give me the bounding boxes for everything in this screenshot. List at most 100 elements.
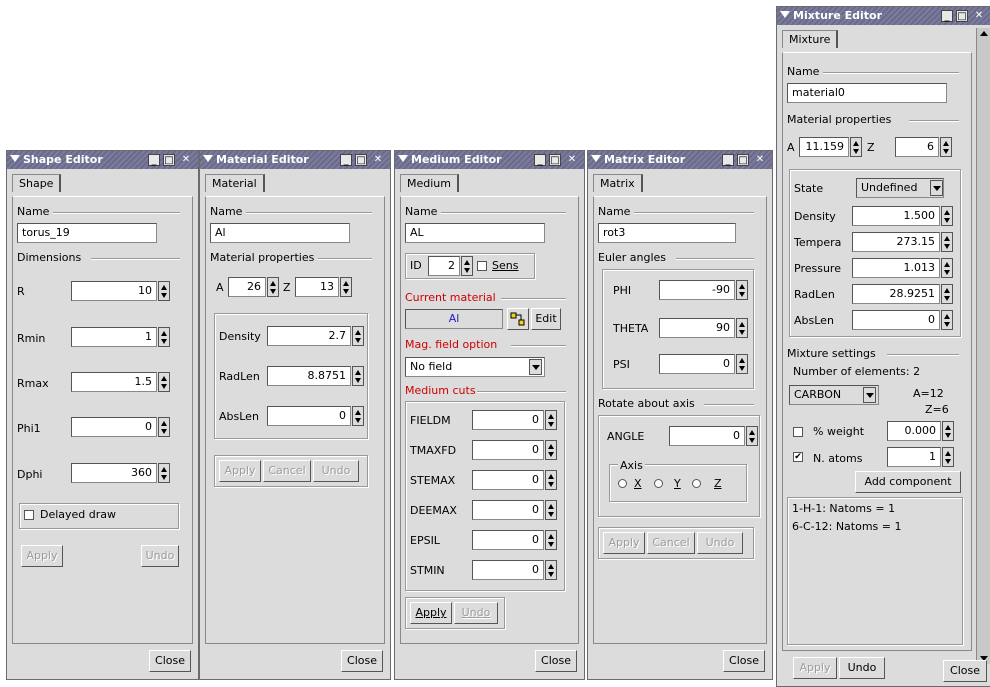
a-spinner[interactable]	[267, 277, 279, 297]
natoms-spinner[interactable]	[942, 447, 954, 467]
phi1-spinner[interactable]	[158, 417, 170, 437]
minimize-icon[interactable]: _	[340, 154, 352, 166]
a-input[interactable]: 11.159	[799, 137, 849, 157]
z-input[interactable]: 6	[895, 137, 939, 157]
weight-checkbox[interactable]	[793, 427, 803, 437]
mag-field-select[interactable]: No field	[405, 357, 545, 377]
rmax-spinner[interactable]	[158, 372, 170, 392]
window-menu-icon[interactable]	[10, 155, 20, 162]
radlen-spinner[interactable]	[941, 284, 953, 304]
apply-button[interactable]: Apply	[219, 460, 261, 482]
chevron-down-icon[interactable]	[529, 359, 542, 375]
z-spinner[interactable]	[940, 137, 952, 157]
mixture-editor-titlebar[interactable]: Mixture Editor _ □ ✕	[777, 7, 990, 25]
window-menu-icon[interactable]	[203, 155, 213, 162]
close-icon[interactable]: ✕	[973, 10, 985, 22]
density-spinner[interactable]	[352, 326, 364, 346]
maximize-icon[interactable]: □	[737, 154, 749, 166]
psi-input[interactable]: 0	[659, 354, 735, 374]
abslen-spinner[interactable]	[352, 406, 364, 426]
z-input[interactable]: 13	[295, 277, 339, 297]
sens-checkbox[interactable]	[477, 261, 487, 271]
theta-input[interactable]: 90	[659, 318, 735, 338]
close-button[interactable]: Close	[341, 650, 383, 672]
stemax-input[interactable]: 0	[472, 470, 544, 490]
density-input[interactable]: 2.7	[267, 326, 351, 346]
apply-button[interactable]: Apply	[793, 657, 837, 679]
medium-editor-titlebar[interactable]: Medium Editor _ □ ✕	[395, 151, 584, 169]
angle-spinner[interactable]	[746, 426, 758, 446]
weight-input[interactable]: 0.000	[887, 421, 941, 441]
rmin-spinner[interactable]	[158, 327, 170, 347]
cancel-button[interactable]: Cancel	[263, 460, 311, 482]
r-spinner[interactable]	[158, 281, 170, 301]
close-icon[interactable]: ✕	[372, 154, 384, 166]
abslen-input[interactable]: 0	[852, 310, 940, 330]
close-button[interactable]: Close	[943, 660, 987, 682]
chevron-down-icon[interactable]	[863, 387, 876, 403]
name-input[interactable]: material0	[787, 83, 947, 103]
shape-editor-titlebar[interactable]: Shape Editor _ □ ✕	[7, 151, 198, 169]
angle-input[interactable]: 0	[669, 426, 745, 446]
apply-button[interactable]: Apply	[603, 532, 645, 554]
natoms-checkbox[interactable]: ✔	[793, 452, 803, 462]
maximize-icon[interactable]: □	[355, 154, 367, 166]
list-item[interactable]: 6-C-12: Natoms = 1	[792, 520, 901, 533]
tab-mixture[interactable]: Mixture	[782, 30, 839, 48]
stmin-input[interactable]: 0	[472, 560, 544, 580]
window-menu-icon[interactable]	[591, 155, 601, 162]
select-material-button[interactable]	[507, 308, 529, 330]
maximize-icon[interactable]: □	[956, 10, 968, 22]
temperature-input[interactable]: 273.15	[852, 232, 940, 252]
apply-button[interactable]: Apply	[21, 545, 63, 567]
theta-spinner[interactable]	[736, 318, 748, 338]
r-input[interactable]: 10	[71, 281, 157, 301]
close-icon[interactable]: ✕	[754, 154, 766, 166]
tmaxfd-spinner[interactable]	[545, 440, 557, 460]
deemax-input[interactable]: 0	[472, 500, 544, 520]
a-input[interactable]: 26	[228, 277, 266, 297]
close-icon[interactable]: ✕	[180, 154, 192, 166]
tab-matrix[interactable]: Matrix	[593, 174, 643, 192]
id-spinner[interactable]	[461, 256, 473, 276]
window-menu-icon[interactable]	[398, 155, 408, 162]
apply-button[interactable]: Apply	[410, 602, 452, 624]
delayed-draw-checkbox[interactable]	[24, 510, 34, 520]
vertical-scrollbar[interactable]	[976, 28, 990, 664]
axis-z-radio[interactable]	[692, 479, 701, 488]
minimize-icon[interactable]: _	[722, 154, 734, 166]
add-component-button[interactable]: Add component	[855, 471, 961, 493]
tab-shape[interactable]: Shape	[12, 174, 62, 192]
close-icon[interactable]: ✕	[566, 154, 578, 166]
radlen-input[interactable]: 8.8751	[267, 366, 351, 386]
fieldm-spinner[interactable]	[545, 410, 557, 430]
minimize-icon[interactable]: _	[534, 154, 546, 166]
undo-button[interactable]: Undo	[454, 602, 498, 624]
phi-input[interactable]: -90	[659, 280, 735, 300]
minimize-icon[interactable]: _	[148, 154, 160, 166]
abslen-input[interactable]: 0	[267, 406, 351, 426]
name-input[interactable]: torus_19	[17, 223, 157, 243]
density-input[interactable]: 1.500	[852, 206, 940, 226]
list-item[interactable]: 1-H-1: Natoms = 1	[792, 502, 895, 515]
undo-button[interactable]: Undo	[141, 545, 179, 567]
axis-y-radio[interactable]	[654, 479, 663, 488]
weight-spinner[interactable]	[942, 421, 954, 441]
stmin-spinner[interactable]	[545, 560, 557, 580]
radlen-input[interactable]: 28.9251	[852, 284, 940, 304]
pressure-input[interactable]: 1.013	[852, 258, 940, 278]
dphi-spinner[interactable]	[158, 463, 170, 483]
a-spinner[interactable]	[850, 137, 862, 157]
tab-material[interactable]: Material	[205, 174, 265, 192]
name-input[interactable]: AL	[405, 223, 545, 243]
rmin-input[interactable]: 1	[71, 327, 157, 347]
rmax-input[interactable]: 1.5	[71, 372, 157, 392]
axis-x-radio[interactable]	[618, 479, 627, 488]
density-spinner[interactable]	[941, 206, 953, 226]
natoms-input[interactable]: 1	[887, 447, 941, 467]
psi-spinner[interactable]	[736, 354, 748, 374]
maximize-icon[interactable]: □	[549, 154, 561, 166]
undo-button[interactable]: Undo	[697, 532, 743, 554]
z-spinner[interactable]	[340, 277, 352, 297]
cancel-button[interactable]: Cancel	[647, 532, 695, 554]
